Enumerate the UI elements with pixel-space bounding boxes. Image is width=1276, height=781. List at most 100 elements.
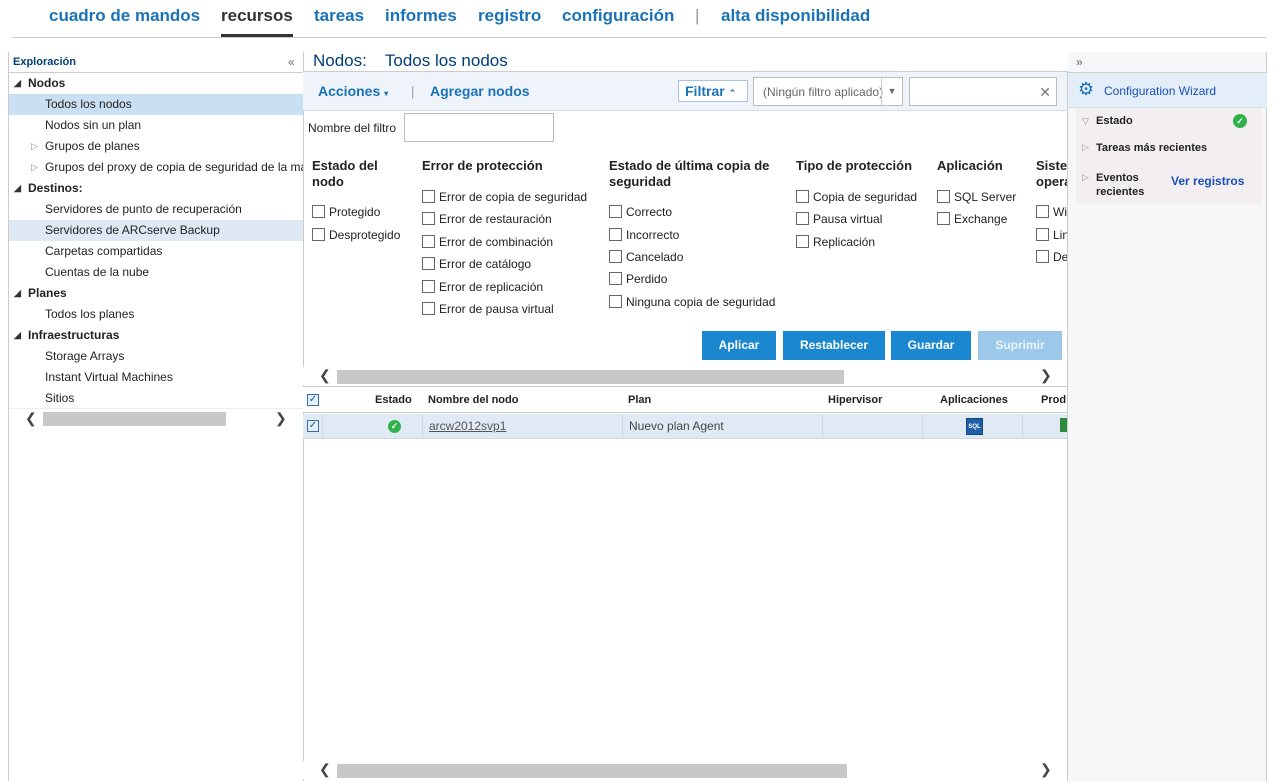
checkbox[interactable] [937, 190, 950, 203]
nav-high-availability[interactable]: alta disponibilidad [721, 6, 870, 26]
checkbox[interactable] [796, 235, 809, 248]
checkbox[interactable] [312, 205, 325, 218]
recent-events-title: Eventos recientes [1096, 172, 1145, 198]
collapsed-triangle-icon[interactable]: ▷ [31, 136, 38, 157]
tree-item-rps[interactable]: Servidores de punto de recuperación [9, 199, 304, 220]
saved-filter-value: (Ningún filtro aplicado) [763, 85, 884, 99]
checkbox[interactable] [422, 257, 435, 270]
actions-menu[interactable]: Acciones ▾ [318, 83, 388, 99]
checkbox[interactable] [609, 205, 622, 218]
scroll-left-icon[interactable]: ❮ [25, 410, 37, 427]
tree-label: Sitios [45, 391, 75, 405]
checkbox[interactable] [609, 250, 622, 263]
nav-reports[interactable]: informes [385, 6, 457, 26]
tree-item-all-nodes[interactable]: Todos los nodos [9, 94, 304, 115]
column-plan[interactable]: Plan [628, 394, 651, 406]
tree-item-all-plans[interactable]: Todos los planes [9, 304, 304, 325]
checkbox[interactable] [796, 212, 809, 225]
checkbox[interactable] [422, 235, 435, 248]
checkbox[interactable] [1036, 205, 1049, 218]
checkbox[interactable] [312, 228, 325, 241]
collapse-left-icon[interactable]: « [288, 55, 295, 69]
node-name-link[interactable]: arcw2012svp1 [429, 419, 506, 433]
tree-destinations-category[interactable]: ◢ Destinos: [9, 178, 304, 199]
checkbox[interactable] [609, 272, 622, 285]
delete-filter-button[interactable]: Suprimir [978, 331, 1062, 360]
scrollbar-thumb[interactable] [337, 370, 844, 384]
apply-button[interactable]: Aplicar [702, 331, 776, 360]
tree-item-sites[interactable]: Sitios [9, 388, 304, 409]
checkbox[interactable] [1036, 228, 1049, 241]
filter-protection-type: Tipo de protección [796, 158, 912, 174]
column-applications[interactable]: Aplicaciones [940, 394, 1008, 406]
filter-last-backup-status: Estado de última copia de seguridad [609, 158, 769, 190]
tree-horizontal-scrollbar[interactable]: ❮ ❯ [9, 408, 304, 428]
status-cell [323, 414, 423, 439]
column-product[interactable]: Prod [1041, 394, 1066, 406]
scroll-left-icon[interactable]: ❮ [319, 367, 331, 384]
filter-toggle-button[interactable]: Filtrar ⌃ [678, 80, 748, 102]
saved-filter-select[interactable]: (Ningún filtro aplicado) ▼ [753, 77, 903, 106]
configuration-wizard-link[interactable]: Configuration Wizard [1104, 84, 1216, 98]
filter-heading: Error de protección [422, 158, 543, 173]
view-logs-link[interactable]: Ver registros [1171, 174, 1244, 188]
scrollbar-thumb[interactable] [337, 764, 847, 778]
tree-infrastructure-category[interactable]: ◢ Infraestructuras [9, 325, 304, 346]
nav-log[interactable]: registro [478, 6, 541, 26]
tree-item-nodes-without-plan[interactable]: Nodos sin un plan [9, 115, 304, 136]
tree-label: Destinos: [28, 181, 83, 195]
sql-server-icon: SQL [966, 418, 983, 435]
column-hypervisor[interactable]: Hipervisor [828, 394, 882, 406]
reset-button[interactable]: Restablecer [783, 331, 885, 360]
checkbox[interactable] [609, 295, 622, 308]
tree-item-plan-groups[interactable]: ▷ Grupos de planes [9, 136, 304, 157]
scroll-left-icon[interactable]: ❮ [319, 761, 331, 778]
status-title: Estado [1096, 115, 1133, 127]
checkbox[interactable] [422, 190, 435, 203]
collapsed-triangle-icon[interactable]: ▷ [31, 157, 38, 178]
scroll-right-icon[interactable]: ❯ [1040, 367, 1052, 384]
nav-jobs[interactable]: tareas [314, 6, 364, 26]
tree-item-instant-vms[interactable]: Instant Virtual Machines [9, 367, 304, 388]
chevron-down-icon[interactable]: ▼ [881, 78, 902, 105]
scroll-right-icon[interactable]: ❯ [1040, 761, 1052, 778]
search-input[interactable]: ✕ [909, 77, 1057, 106]
tree-item-cloud-accounts[interactable]: Cuentas de la nube [9, 262, 304, 283]
expanded-triangle-icon[interactable]: ▽ [1082, 116, 1089, 127]
nav-resources[interactable]: recursos [221, 6, 293, 26]
filter-name-input[interactable] [404, 113, 554, 142]
tree-plans-category[interactable]: ◢ Planes [9, 283, 304, 304]
tree-item-proxy-groups[interactable]: ▷ Grupos del proxy de copia de seguridad … [9, 157, 304, 178]
column-status[interactable]: Estado [375, 394, 412, 406]
nav-settings[interactable]: configuración [562, 6, 674, 26]
tree-label: Infraestructuras [28, 328, 120, 342]
checkbox[interactable] [1036, 250, 1049, 263]
checkbox[interactable] [422, 212, 435, 225]
checkbox[interactable] [609, 228, 622, 241]
checkbox[interactable] [422, 302, 435, 315]
tree-item-shared-folders[interactable]: Carpetas compartidas [9, 241, 304, 262]
tree-item-arcserve-servers[interactable]: Servidores de ARCserve Backup [9, 220, 304, 241]
checkbox[interactable] [796, 190, 809, 203]
chevron-up-icon: ⌃ [728, 88, 737, 98]
checkbox[interactable] [937, 212, 950, 225]
grid-bottom-scrollbar[interactable]: ❮ ❯ [303, 761, 1068, 779]
table-row[interactable]: ✓ ✓ arcw2012svp1 Nuevo plan Agent SQL [303, 414, 1070, 439]
expand-right-icon[interactable]: » [1076, 55, 1083, 69]
checkbox[interactable] [422, 280, 435, 293]
column-node-name[interactable]: Nombre del nodo [428, 394, 518, 406]
save-filter-button[interactable]: Guardar [891, 331, 971, 360]
add-nodes-button[interactable]: Agregar nodos [430, 83, 530, 99]
nav-dashboard[interactable]: cuadro de mandos [49, 6, 200, 26]
collapsed-triangle-icon[interactable]: ▷ [1082, 142, 1089, 153]
select-all-checkbox[interactable]: ✓ [307, 394, 319, 406]
tree-nodes-category[interactable]: ◢ Nodos [9, 73, 304, 94]
toolbar: Acciones ▾ | Agregar nodos Filtrar ⌃ (Nin… [303, 71, 1068, 111]
collapsed-triangle-icon[interactable]: ▷ [1082, 172, 1089, 183]
clear-search-icon[interactable]: ✕ [1039, 84, 1051, 101]
scroll-right-icon[interactable]: ❯ [275, 410, 287, 427]
scrollbar-thumb[interactable] [43, 412, 226, 426]
configuration-wizard[interactable]: ⚙ Configuration Wizard [1068, 72, 1267, 108]
tree-item-storage-arrays[interactable]: Storage Arrays [9, 346, 304, 367]
grid-top-scrollbar[interactable]: ❮ ❯ [303, 367, 1068, 385]
